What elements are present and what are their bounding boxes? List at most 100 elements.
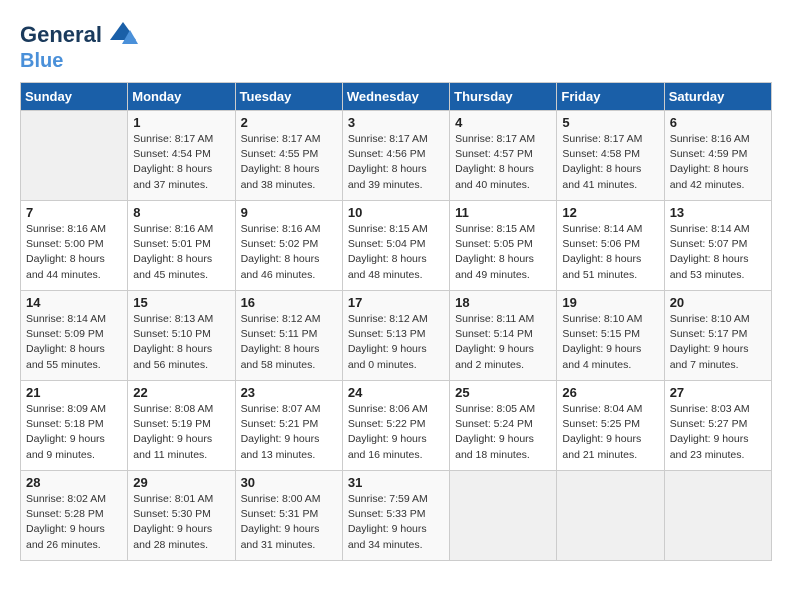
day-info: Sunrise: 8:12 AMSunset: 5:11 PMDaylight:… <box>241 312 337 373</box>
day-number: 16 <box>241 295 337 310</box>
day-number: 19 <box>562 295 658 310</box>
calendar-week-row: 28 Sunrise: 8:02 AMSunset: 5:28 PMDayligh… <box>21 471 772 561</box>
calendar-cell: 13Sunrise: 8:14 AMSunset: 5:07 PMDayligh… <box>664 201 771 291</box>
day-number: 25 <box>455 385 551 400</box>
day-info: Sunrise: 8:10 AMSunset: 5:17 PMDaylight:… <box>670 312 766 373</box>
day-info: Sunrise: 8:17 AMSunset: 4:55 PMDaylight:… <box>241 132 337 193</box>
calendar-cell: 6Sunrise: 8:16 AMSunset: 4:59 PMDaylight… <box>664 111 771 201</box>
day-number: 5 <box>562 115 658 130</box>
day-info: Sunrise: 8:15 AMSunset: 5:04 PMDaylight:… <box>348 222 444 283</box>
day-number: 31 <box>348 475 444 490</box>
day-info: Sunrise: 8:06 AMSunset: 5:22 PMDaylight:… <box>348 402 444 463</box>
day-info: Sunrise: 8:15 AMSunset: 5:05 PMDaylight:… <box>455 222 551 283</box>
day-number: 21 <box>26 385 122 400</box>
day-info: Sunrise: 8:11 AMSunset: 5:14 PMDaylight:… <box>455 312 551 373</box>
calendar-week-row: 21 Sunrise: 8:09 AMSunset: 5:18 PMDayligh… <box>21 381 772 471</box>
calendar-cell: 23Sunrise: 8:07 AMSunset: 5:21 PMDayligh… <box>235 381 342 471</box>
calendar-cell: 17 Sunrise: 8:12 AMSunset: 5:13 PMDayligh… <box>342 291 449 381</box>
day-number: 23 <box>241 385 337 400</box>
calendar-cell: 7 Sunrise: 8:16 AMSunset: 5:00 PMDaylight… <box>21 201 128 291</box>
day-number: 18 <box>455 295 551 310</box>
calendar-header-row: SundayMondayTuesdayWednesdayThursdayFrid… <box>21 83 772 111</box>
day-info: Sunrise: 8:00 AMSunset: 5:31 PMDaylight:… <box>241 492 337 553</box>
day-number: 6 <box>670 115 766 130</box>
header-cell-tuesday: Tuesday <box>235 83 342 111</box>
calendar-cell: 30 Sunrise: 8:00 AMSunset: 5:31 PMDayligh… <box>235 471 342 561</box>
day-number: 15 <box>133 295 229 310</box>
calendar-table: SundayMondayTuesdayWednesdayThursdayFrid… <box>20 82 772 561</box>
day-info: Sunrise: 8:16 AMSunset: 5:01 PMDaylight:… <box>133 222 229 283</box>
calendar-body: 1Sunrise: 8:17 AMSunset: 4:54 PMDaylight… <box>21 111 772 561</box>
day-number: 17 <box>348 295 444 310</box>
calendar-cell: 10 Sunrise: 8:15 AMSunset: 5:04 PMDayligh… <box>342 201 449 291</box>
calendar-cell: 24 Sunrise: 8:06 AMSunset: 5:22 PMDayligh… <box>342 381 449 471</box>
calendar-cell: 12 Sunrise: 8:14 AMSunset: 5:06 PMDayligh… <box>557 201 664 291</box>
calendar-cell: 16 Sunrise: 8:12 AMSunset: 5:11 PMDayligh… <box>235 291 342 381</box>
logo: General Blue <box>20 20 138 72</box>
calendar-cell: 15Sunrise: 8:13 AMSunset: 5:10 PMDayligh… <box>128 291 235 381</box>
day-number: 10 <box>348 205 444 220</box>
day-number: 27 <box>670 385 766 400</box>
day-info: Sunrise: 8:02 AMSunset: 5:28 PMDaylight:… <box>26 492 122 553</box>
day-number: 11 <box>455 205 551 220</box>
calendar-cell: 2Sunrise: 8:17 AMSunset: 4:55 PMDaylight… <box>235 111 342 201</box>
calendar-cell: 18 Sunrise: 8:11 AMSunset: 5:14 PMDayligh… <box>450 291 557 381</box>
day-info: Sunrise: 8:04 AMSunset: 5:25 PMDaylight:… <box>562 402 658 463</box>
calendar-week-row: 1Sunrise: 8:17 AMSunset: 4:54 PMDaylight… <box>21 111 772 201</box>
calendar-cell: 11 Sunrise: 8:15 AMSunset: 5:05 PMDayligh… <box>450 201 557 291</box>
calendar-cell: 27 Sunrise: 8:03 AMSunset: 5:27 PMDayligh… <box>664 381 771 471</box>
day-number: 20 <box>670 295 766 310</box>
calendar-cell: 31 Sunrise: 7:59 AMSunset: 5:33 PMDayligh… <box>342 471 449 561</box>
day-info: Sunrise: 7:59 AMSunset: 5:33 PMDaylight:… <box>348 492 444 553</box>
day-info: Sunrise: 8:03 AMSunset: 5:27 PMDaylight:… <box>670 402 766 463</box>
day-number: 9 <box>241 205 337 220</box>
logo-text: General <box>20 23 102 47</box>
day-number: 8 <box>133 205 229 220</box>
day-info: Sunrise: 8:09 AMSunset: 5:18 PMDaylight:… <box>26 402 122 463</box>
day-info: Sunrise: 8:14 AMSunset: 5:07 PMDaylight:… <box>670 222 766 283</box>
calendar-cell: 29Sunrise: 8:01 AMSunset: 5:30 PMDayligh… <box>128 471 235 561</box>
calendar-week-row: 14 Sunrise: 8:14 AMSunset: 5:09 PMDayligh… <box>21 291 772 381</box>
day-number: 28 <box>26 475 122 490</box>
day-number: 24 <box>348 385 444 400</box>
day-info: Sunrise: 8:14 AMSunset: 5:09 PMDaylight:… <box>26 312 122 373</box>
header-cell-sunday: Sunday <box>21 83 128 111</box>
day-info: Sunrise: 8:17 AMSunset: 4:58 PMDaylight:… <box>562 132 658 193</box>
calendar-cell: 20 Sunrise: 8:10 AMSunset: 5:17 PMDayligh… <box>664 291 771 381</box>
day-number: 22 <box>133 385 229 400</box>
day-info: Sunrise: 8:17 AMSunset: 4:56 PMDaylight:… <box>348 132 444 193</box>
day-info: Sunrise: 8:05 AMSunset: 5:24 PMDaylight:… <box>455 402 551 463</box>
header-cell-friday: Friday <box>557 83 664 111</box>
header-cell-monday: Monday <box>128 83 235 111</box>
calendar-cell: 14 Sunrise: 8:14 AMSunset: 5:09 PMDayligh… <box>21 291 128 381</box>
header-cell-thursday: Thursday <box>450 83 557 111</box>
calendar-cell: 28 Sunrise: 8:02 AMSunset: 5:28 PMDayligh… <box>21 471 128 561</box>
calendar-cell <box>450 471 557 561</box>
day-info: Sunrise: 8:14 AMSunset: 5:06 PMDaylight:… <box>562 222 658 283</box>
day-number: 4 <box>455 115 551 130</box>
calendar-cell <box>21 111 128 201</box>
day-number: 7 <box>26 205 122 220</box>
calendar-cell: 8 Sunrise: 8:16 AMSunset: 5:01 PMDaylight… <box>128 201 235 291</box>
day-info: Sunrise: 8:12 AMSunset: 5:13 PMDaylight:… <box>348 312 444 373</box>
header-cell-wednesday: Wednesday <box>342 83 449 111</box>
day-info: Sunrise: 8:16 AMSunset: 5:02 PMDaylight:… <box>241 222 337 283</box>
calendar-cell: 4Sunrise: 8:17 AMSunset: 4:57 PMDaylight… <box>450 111 557 201</box>
day-number: 30 <box>241 475 337 490</box>
logo-icon <box>108 20 138 50</box>
calendar-cell: 26 Sunrise: 8:04 AMSunset: 5:25 PMDayligh… <box>557 381 664 471</box>
day-number: 14 <box>26 295 122 310</box>
day-number: 12 <box>562 205 658 220</box>
day-info: Sunrise: 8:10 AMSunset: 5:15 PMDaylight:… <box>562 312 658 373</box>
day-number: 26 <box>562 385 658 400</box>
logo-subtext: Blue <box>20 50 138 72</box>
day-info: Sunrise: 8:01 AMSunset: 5:30 PMDaylight:… <box>133 492 229 553</box>
calendar-cell: 21 Sunrise: 8:09 AMSunset: 5:18 PMDayligh… <box>21 381 128 471</box>
calendar-cell: 25 Sunrise: 8:05 AMSunset: 5:24 PMDayligh… <box>450 381 557 471</box>
calendar-cell <box>557 471 664 561</box>
day-info: Sunrise: 8:16 AMSunset: 5:00 PMDaylight:… <box>26 222 122 283</box>
day-number: 1 <box>133 115 229 130</box>
page-header: General Blue <box>20 20 772 72</box>
calendar-cell: 3 Sunrise: 8:17 AMSunset: 4:56 PMDaylight… <box>342 111 449 201</box>
day-number: 3 <box>348 115 444 130</box>
